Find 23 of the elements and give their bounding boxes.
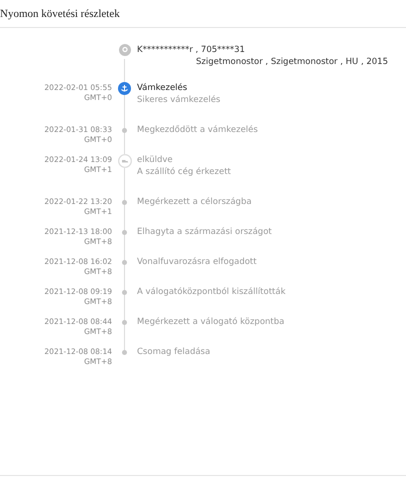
recipient-text: K***********r , 705****31 [137,44,246,56]
event-title: Vámkezelés [137,82,188,94]
location-pin-icon [118,44,130,56]
event-title: Megérkezett a válogató központba [137,316,286,328]
event-title: Vonalfuvarozásra elfogadott [137,256,258,268]
event-title: Csomag feladása [137,346,212,358]
address-text: Szigetmonostor , Szigetmonostor , HU , 2015 [196,56,388,68]
event-title: Elhagyta a származási országot [137,226,273,238]
event-detail: A szállító cég érkezett [137,166,232,178]
timeline-dot [122,260,127,265]
timeline-dot [122,320,127,325]
event-title: Megkezdődött a vámkezelés [137,124,259,136]
anchor-icon [118,82,131,95]
timeline-dot [122,350,127,355]
timeline-dot [122,290,127,295]
event-title: A válogatóközpontból kiszállították [137,286,287,298]
timeline-dot [122,128,127,133]
timeline-dot [122,230,127,235]
event-title: elküldve [137,154,174,166]
event-title: Megérkezett a célországba [137,196,253,208]
page-title: Nyomon követési részletek [0,8,120,20]
event-detail: Sikeres vámkezelés [137,94,222,106]
timeline-dot [122,200,127,205]
